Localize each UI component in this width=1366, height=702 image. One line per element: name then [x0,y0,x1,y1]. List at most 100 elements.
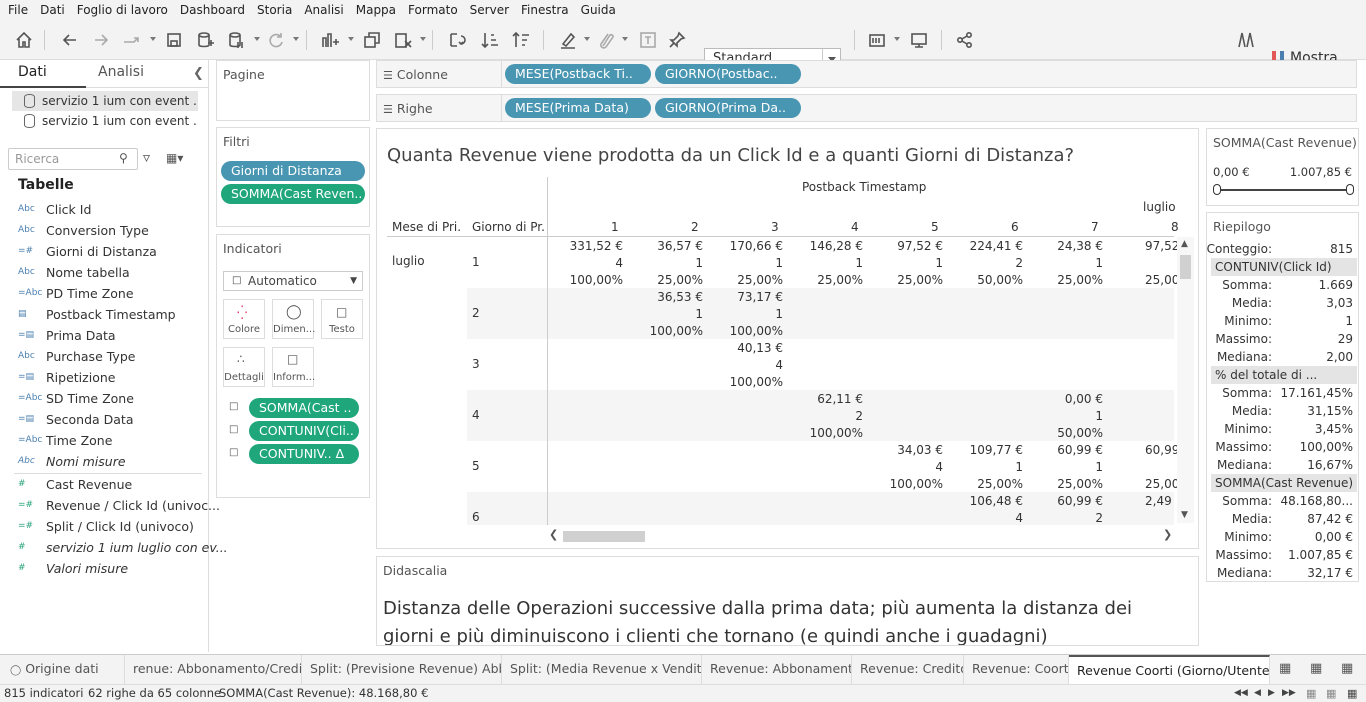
tooltip-button[interactable]: □ Inform... [272,347,315,387]
chevron-down-icon[interactable] [894,37,900,41]
field-seconda-data[interactable]: =▤ Seconda Data [18,410,133,428]
scrollbar-thumb[interactable] [1180,255,1191,279]
last-sheet-icon[interactable]: ▶▶ [1282,685,1296,702]
chevron-down-icon[interactable] [622,37,628,41]
undo-icon[interactable] [58,28,82,52]
sheet-tab[interactable]: Split: (Previsione Revenue) Abb... [302,655,502,684]
table-cell[interactable]: 106,48 € 4 [949,493,1023,527]
field-sd-time-zone[interactable]: =Abc SD Time Zone [18,389,134,407]
field-nomi-misure[interactable]: Abc Nomi misure [18,452,126,470]
table-cell[interactable]: 36,53 € 1 100,00% [629,289,703,340]
col-day-header[interactable]: 5 [931,220,939,234]
row-pill-day[interactable]: GIORNO(Prima Da.. [655,98,801,118]
table-cell[interactable]: 331,52 € 4 100,00% [549,238,623,289]
sheet-tab[interactable]: Revenue: Abbonamento [702,655,852,684]
menu-data[interactable]: Dati [34,3,71,17]
chevron-down-icon[interactable] [584,37,590,41]
prev-sheet-icon[interactable]: ◀ [1254,685,1261,702]
table-cell[interactable]: 146,28 € 1 25,00% [789,238,863,289]
tab-analytics[interactable]: Analisi [98,64,144,80]
row-day-header[interactable]: 1 [472,255,480,269]
scrollbar-thumb[interactable] [563,531,645,542]
size-button[interactable]: ◯ Dimen... [272,299,315,339]
show-labels-icon[interactable] [636,28,660,52]
column-pill-day[interactable]: GIORNO(Postbac.. [655,64,801,84]
field-record-count[interactable]: # servizio 1 ium luglio con ev... [18,538,228,556]
chevron-down-icon[interactable] [293,37,299,41]
menu-dashboard[interactable]: Dashboard [174,3,251,17]
table-cell[interactable]: 60,99 € 1 25,00% [1029,442,1103,493]
menu-help[interactable]: Guida [575,3,622,17]
menu-analysis[interactable]: Analisi [298,3,349,17]
field-giorni-distanza[interactable]: =# Giorni di Distanza [18,242,157,260]
table-cell[interactable]: 34,03 € 4 100,00% [869,442,943,493]
columns-shelf[interactable]: ☰ Colonne MESE(Postback Ti.. GIORNO(Post… [376,60,1357,88]
row-day-header[interactable]: 6 [472,510,480,524]
grid-view-icon[interactable]: ▦ [1306,685,1316,702]
row-day-header[interactable]: 5 [472,459,480,473]
col-day-header[interactable]: 6 [1011,220,1019,234]
chevron-down-icon[interactable] [348,37,354,41]
menu-worksheet[interactable]: Foglio di lavoro [71,3,174,17]
search-icon[interactable]: ⚲ [119,151,128,165]
detail-button[interactable]: ∴ Dettagli [223,347,265,387]
field-revenue-click-id[interactable]: =# Revenue / Click Id (univoc... [18,496,220,514]
highlight-icon[interactable] [556,28,580,52]
col-day-header[interactable]: 2 [691,220,699,234]
menu-server[interactable]: Server [464,3,515,17]
tab-data[interactable]: Dati [18,64,47,80]
new-dashboard-icon[interactable]: ▦ [1310,661,1322,676]
table-cell[interactable]: 97,52 € 1 25,00% [869,238,943,289]
scroll-right-icon[interactable]: ❯ [1163,528,1172,541]
table-cell[interactable]: 60,99 € 2 [1029,493,1103,527]
column-pill-month[interactable]: MESE(Postback Ti.. [505,64,651,84]
vertical-scrollbar[interactable]: ▲ ▼ [1177,237,1194,523]
horizontal-scrollbar[interactable]: ❮ ❯ [547,528,1174,544]
range-slider-min-handle[interactable] [1213,184,1221,195]
table-cell[interactable]: 109,77 € 1 25,00% [949,442,1023,493]
collapse-icon[interactable]: ❮ [193,66,204,81]
field-prima-data[interactable]: =▤ Prima Data [18,326,116,344]
row-day-header[interactable]: 2 [472,306,480,320]
field-cast-revenue[interactable]: # Cast Revenue [18,475,132,493]
pin-icon[interactable] [665,28,689,52]
table-cell[interactable]: 0,00 € 1 50,00% [1029,391,1103,442]
field-ripetizione[interactable]: =▤ Ripetizione [18,368,115,386]
row-day-header[interactable]: 4 [472,408,480,422]
mark-type-select[interactable]: Automatico ▼ □ [223,271,363,291]
range-slider-track[interactable] [1219,189,1349,191]
field-click-id[interactable]: Abc Click Id [18,200,91,218]
col-day-header[interactable]: 4 [851,220,859,234]
menu-map[interactable]: Mappa [350,3,402,17]
filter-icon[interactable]: ▿ [143,150,150,166]
menu-file[interactable]: File [2,3,34,17]
row-month-luglio[interactable]: luglio [392,254,425,268]
row-day-header[interactable]: 3 [472,357,480,371]
new-datasource-icon[interactable] [193,28,217,52]
row-header-month[interactable]: Mese di Pri.. [392,220,462,234]
menu-format[interactable]: Formato [402,3,464,17]
next-sheet-icon[interactable]: ▶ [1268,685,1275,702]
sort-ascending-icon[interactable] [478,28,502,52]
label-button[interactable]: □ Testo [321,299,363,339]
field-split-click-id[interactable]: =# Split / Click Id (univoco) [18,517,194,535]
redo-icon[interactable] [89,28,113,52]
tabs-view-icon[interactable]: ▦ [1347,685,1357,702]
table-cell[interactable]: 24,38 € 1 25,00% [1029,238,1103,289]
marks-pill-countd[interactable]: CONTUNIV(Cli.. [249,421,359,441]
pages-card[interactable]: Pagine [216,60,370,121]
chevron-down-icon[interactable] [254,37,260,41]
col-day-header[interactable]: 7 [1091,220,1099,234]
home-icon[interactable] [12,28,36,52]
col-day-header[interactable]: 1 [611,220,619,234]
table-cell[interactable]: 62,11 € 2 100,00% [789,391,863,442]
datasource-item[interactable]: servizio 1 ium con event ... [12,91,198,111]
new-story-icon[interactable]: ▦ [1341,661,1353,676]
swap-icon[interactable] [445,28,469,52]
field-conversion-type[interactable]: Abc Conversion Type [18,221,149,239]
table-cell[interactable]: 224,41 € 2 50,00% [949,238,1023,289]
marks-pill-sum[interactable]: SOMMA(Cast .. [249,398,359,418]
range-legend[interactable]: SOMMA(Cast Revenue) 0,00 € 1.007,85 € [1206,128,1359,206]
chevron-down-icon[interactable] [420,37,426,41]
chevron-down-icon[interactable] [150,37,156,41]
